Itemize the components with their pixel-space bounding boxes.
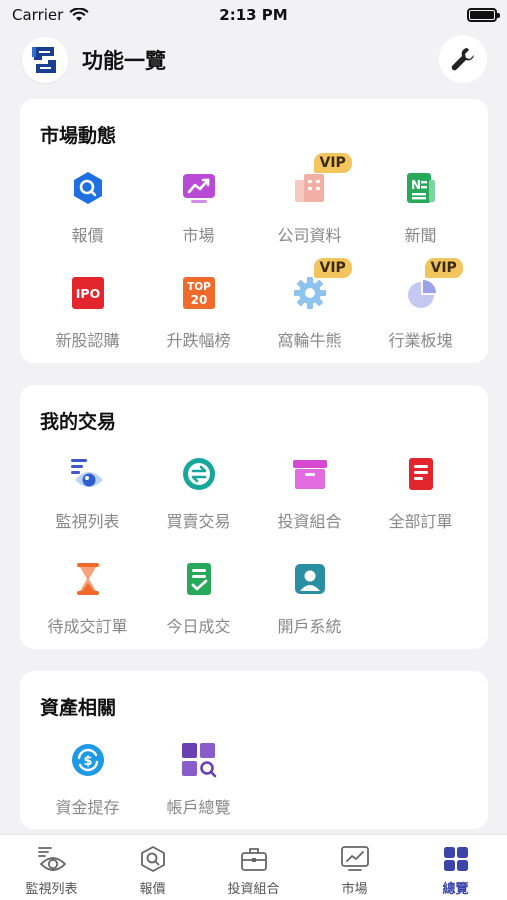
item-account-overview[interactable]: 帳戶總覽 (143, 738, 254, 838)
tab-portfolio[interactable]: 投資組合 (203, 835, 304, 900)
top20-icon: TOP 20 (179, 273, 219, 313)
item-label: 全部訂單 (388, 512, 453, 531)
tab-label: 報價 (139, 882, 166, 897)
item-warrant[interactable]: VIP 窩輪牛熊 (254, 258, 365, 371)
item-label: 市場 (182, 226, 215, 245)
item-portfolio[interactable]: 投資組合 (254, 452, 365, 552)
item-today-done[interactable]: 今日成交 (143, 557, 254, 657)
section-title-trading: 我的交易 (40, 411, 117, 433)
item-label: 今日成交 (166, 617, 231, 636)
battery-icon (467, 8, 500, 22)
item-trade[interactable]: 買賣交易 (143, 452, 254, 552)
section-trading: 我的交易 監視列表 買賣交易 投資組合 全部訂單 待成交訂單 今日成交 開戶系統 (20, 385, 488, 649)
tab-market[interactable]: 市場 (304, 835, 405, 900)
item-fund-transfer[interactable]: $ 資金提存 (32, 738, 143, 838)
tab-label: 市場 (341, 882, 368, 897)
portfolio-tab-icon (239, 844, 269, 874)
section-title-assets: 資產相關 (40, 697, 117, 719)
tab-label: 總覽 (442, 882, 469, 897)
news-icon: N (401, 168, 441, 208)
all-orders-icon (401, 454, 441, 494)
item-label: 待成交訂單 (47, 617, 128, 636)
item-quote[interactable]: 報價 (32, 166, 143, 266)
ipo-icon: IPO (68, 273, 108, 313)
trade-exchange-icon (179, 454, 219, 494)
vip-badge: VIP (424, 258, 463, 278)
item-watchlist[interactable]: 監視列表 (32, 452, 143, 552)
tab-label: 投資組合 (227, 882, 280, 897)
tab-quote[interactable]: 報價 (102, 835, 203, 900)
item-label: 投資組合 (277, 512, 342, 531)
item-label: 開戶系統 (277, 617, 342, 636)
item-news[interactable]: N 新聞 (365, 166, 476, 266)
section-market: 市場動態 報價 市場 VIP 公司資料 N 新聞 IPO 新股認購 TOP20 (20, 99, 488, 363)
fund-transfer-icon: $ (68, 740, 108, 780)
vip-badge: VIP (313, 153, 352, 173)
carrier-label: Carrier (12, 6, 64, 24)
app-logo-icon (22, 37, 68, 83)
wrench-icon (451, 48, 474, 71)
sector-pie-icon: VIP (401, 258, 463, 313)
item-label: 買賣交易 (166, 512, 231, 531)
warrant-gear-icon: VIP (290, 258, 352, 313)
page-title: 功能一覽 (82, 49, 166, 73)
item-label: 新聞 (404, 226, 437, 245)
section-title-market: 市場動態 (40, 125, 117, 147)
portfolio-box-icon (290, 454, 330, 494)
item-market[interactable]: 市場 (143, 166, 254, 266)
item-open-account[interactable]: 開戶系統 (254, 557, 365, 657)
today-done-icon (179, 559, 219, 599)
quote-search-icon (68, 168, 108, 208)
quote-tab-icon (138, 844, 168, 874)
item-label: 監視列表 (55, 512, 120, 531)
item-label: 帳戶總覽 (166, 798, 231, 817)
item-sector[interactable]: VIP 行業板塊 (365, 258, 476, 371)
section-assets: 資產相關 $ 資金提存 帳戶總覽 (20, 671, 488, 829)
item-all-orders[interactable]: 全部訂單 (365, 452, 476, 552)
tab-watchlist[interactable]: 監視列表 (1, 835, 102, 900)
top20-icon-text-num: 20 (190, 293, 207, 307)
company-info-icon: VIP (290, 153, 352, 208)
watchlist-tab-icon (37, 844, 67, 874)
settings-button[interactable] (439, 35, 487, 83)
tab-label: 監視列表 (25, 882, 78, 897)
watchlist-eye-icon (68, 454, 108, 494)
item-label: 新股認購 (55, 331, 120, 350)
tab-overview[interactable]: 總覽 (405, 835, 506, 900)
tab-bar: 監視列表 報價 投資組合 市場 總覽 (0, 834, 507, 900)
ipo-icon-text: IPO (75, 286, 99, 301)
status-bar: Carrier 2:13 PM (0, 0, 507, 30)
app-header: 功能一覽 (0, 32, 507, 88)
item-label: 公司資料 (277, 226, 342, 245)
market-tab-icon (340, 844, 370, 874)
overview-grid-icon (441, 844, 471, 874)
item-top20[interactable]: TOP 20 升跌幅榜 (143, 271, 254, 371)
item-ipo[interactable]: IPO 新股認購 (32, 271, 143, 371)
item-label: 報價 (71, 226, 104, 245)
account-overview-icon (179, 740, 219, 780)
wifi-icon (69, 8, 89, 21)
vip-badge: VIP (313, 258, 352, 278)
item-label: 升跌幅榜 (166, 331, 231, 350)
open-account-icon (290, 559, 330, 599)
status-carrier: Carrier (12, 6, 89, 24)
item-company-info[interactable]: VIP 公司資料 (254, 153, 365, 266)
svg-text:N: N (411, 178, 421, 192)
pending-hourglass-icon (68, 559, 108, 599)
market-chart-icon (179, 168, 219, 208)
top20-icon-text-top: TOP (187, 281, 211, 293)
item-label: 資金提存 (55, 798, 120, 817)
svg-text:$: $ (83, 754, 92, 769)
item-label: 行業板塊 (388, 331, 453, 350)
item-label: 窩輪牛熊 (277, 331, 342, 350)
item-pending-orders[interactable]: 待成交訂單 (32, 557, 143, 657)
